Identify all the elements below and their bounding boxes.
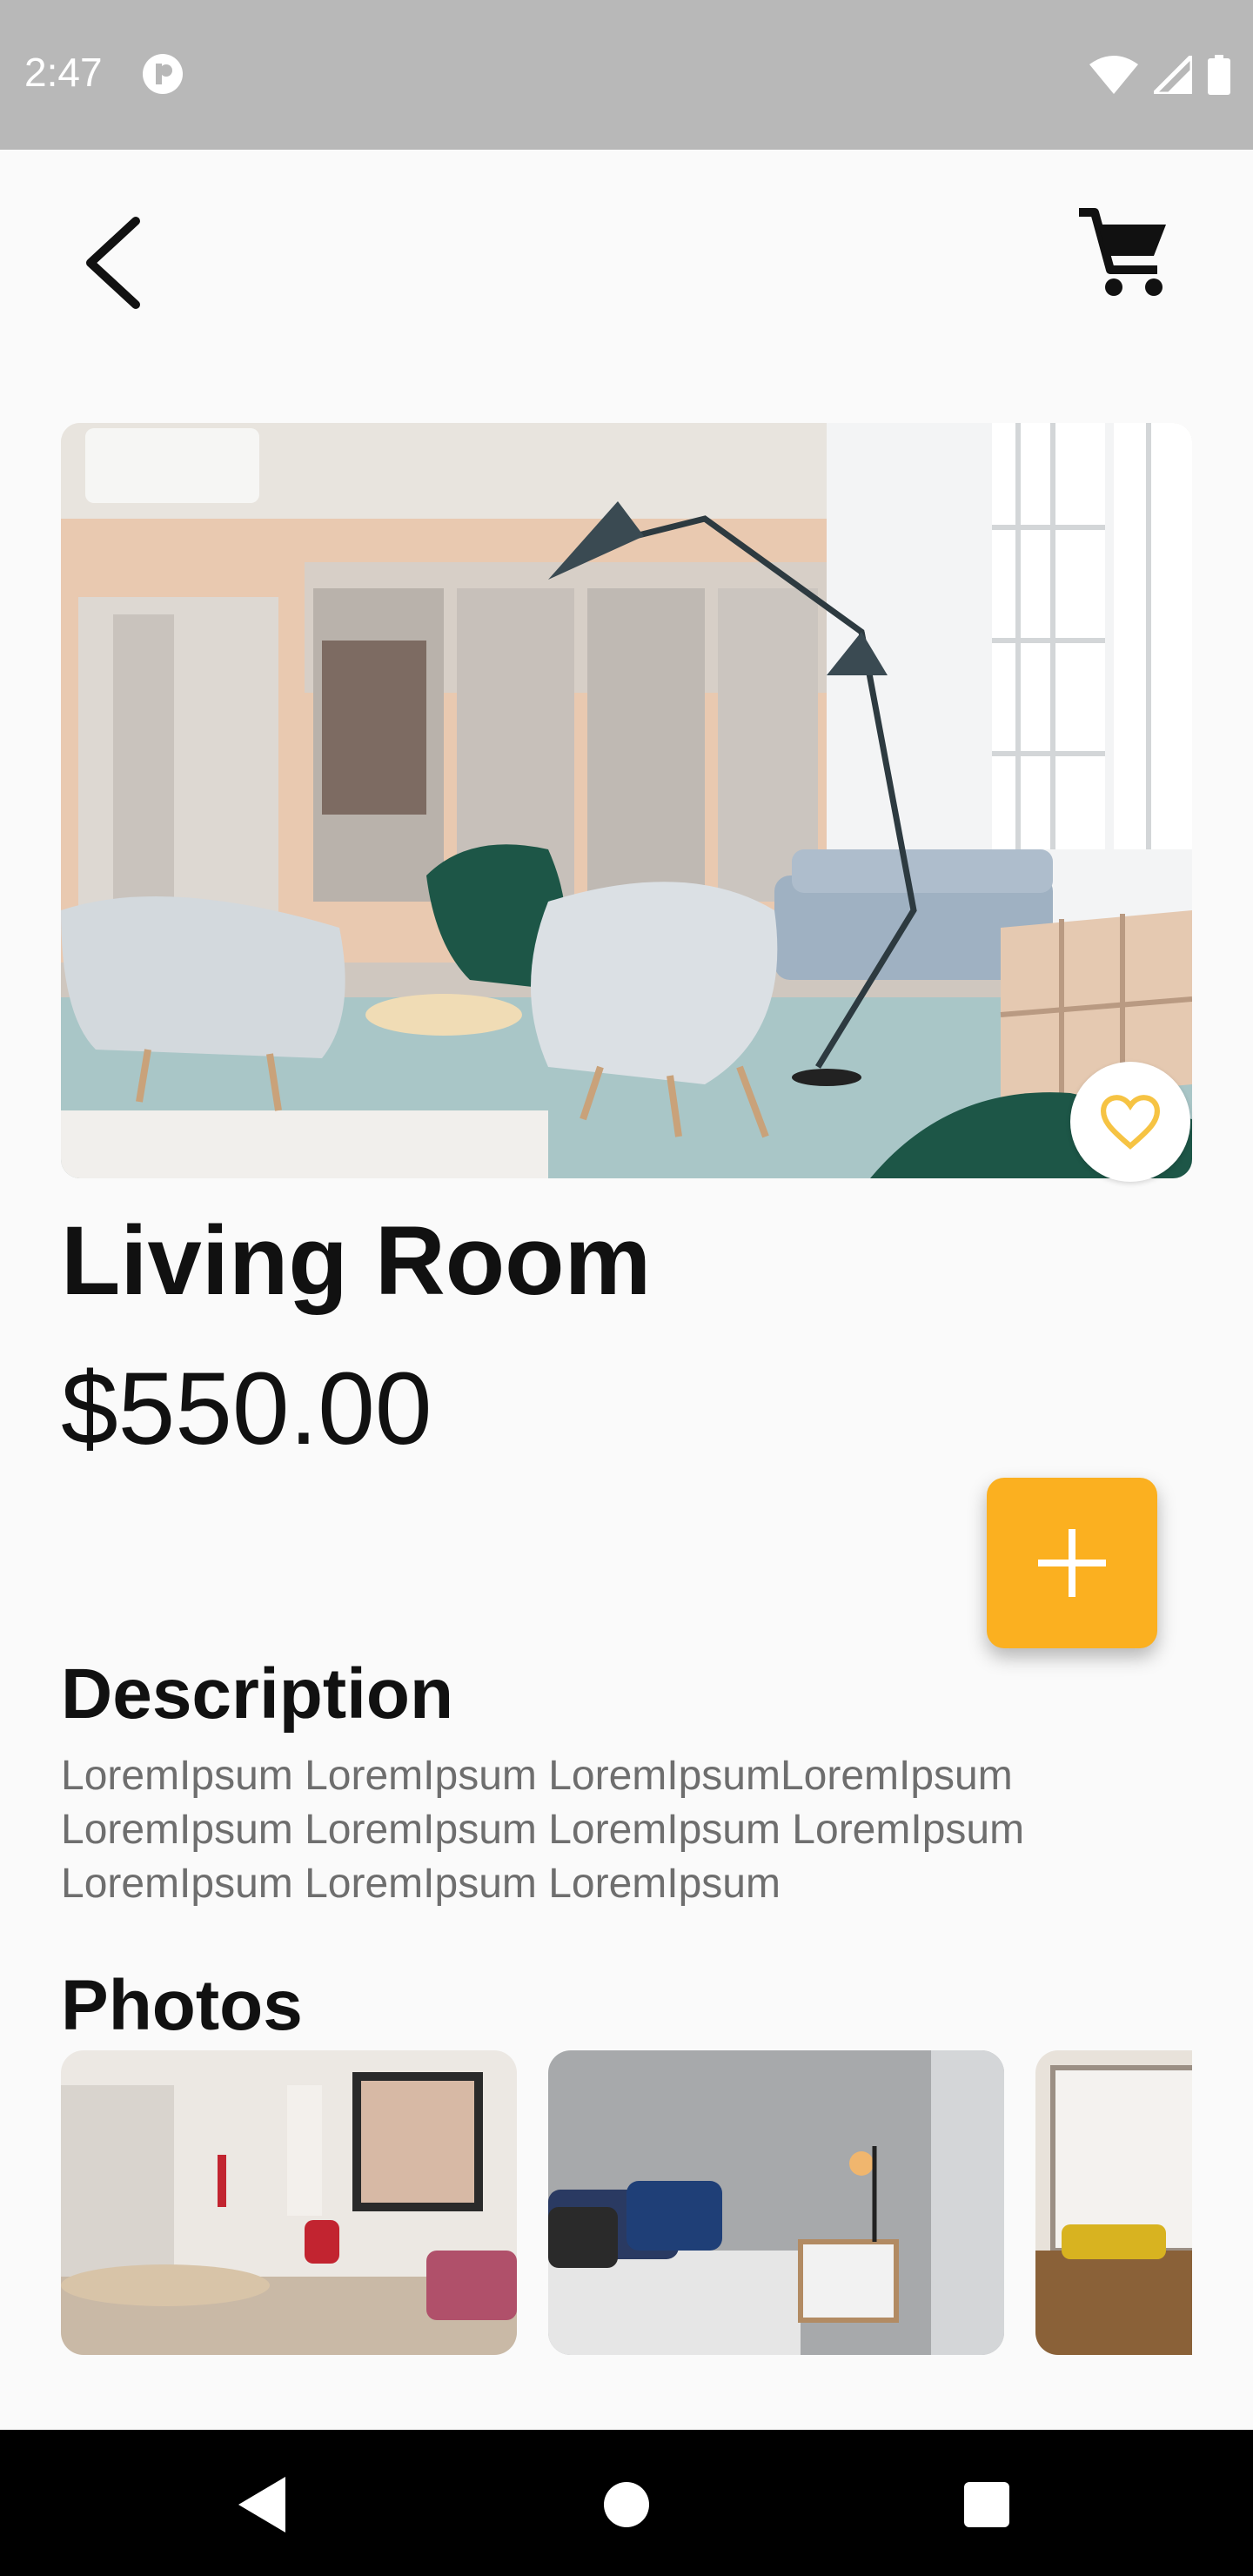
window-seat-photo: [1035, 2050, 1192, 2355]
product-price: $550.00: [61, 1352, 432, 1466]
add-to-cart-button[interactable]: [987, 1478, 1157, 1648]
status-time: 2:47: [24, 50, 103, 95]
product-hero-image: [61, 423, 1192, 1178]
signal-icon: [1154, 56, 1192, 94]
kitchen-dining-photo: [61, 2050, 517, 2355]
wifi-icon: [1089, 56, 1138, 94]
plus-icon: [1038, 1529, 1106, 1597]
bedroom-photo: [548, 2050, 1004, 2355]
app-notification-icon: [143, 54, 183, 94]
product-title: Living Room: [61, 1206, 652, 1315]
nav-home-icon[interactable]: [604, 2482, 649, 2527]
favorite-button[interactable]: [1070, 1062, 1190, 1182]
description-heading: Description: [61, 1654, 454, 1734]
nav-back-icon[interactable]: [237, 2477, 289, 2532]
description-text: LoremIpsum LoremIpsum LoremIpsumLoremIps…: [61, 1753, 1025, 1907]
photo-thumbnail[interactable]: [1035, 2050, 1192, 2355]
battery-icon: [1208, 55, 1230, 95]
heart-outline-icon: [1100, 1095, 1161, 1150]
shopping-cart-icon[interactable]: [1070, 202, 1175, 306]
nav-recents-icon[interactable]: [964, 2482, 1009, 2527]
status-bar: 2:47: [0, 0, 1253, 150]
back-arrow-icon[interactable]: [80, 211, 150, 315]
photos-heading: Photos: [61, 1966, 303, 2045]
living-room-photo: [61, 423, 1192, 1178]
status-icons: [1089, 54, 1230, 96]
photo-thumbnail[interactable]: [61, 2050, 517, 2355]
photos-gallery[interactable]: [61, 2050, 1192, 2355]
photo-thumbnail[interactable]: [548, 2050, 1004, 2355]
